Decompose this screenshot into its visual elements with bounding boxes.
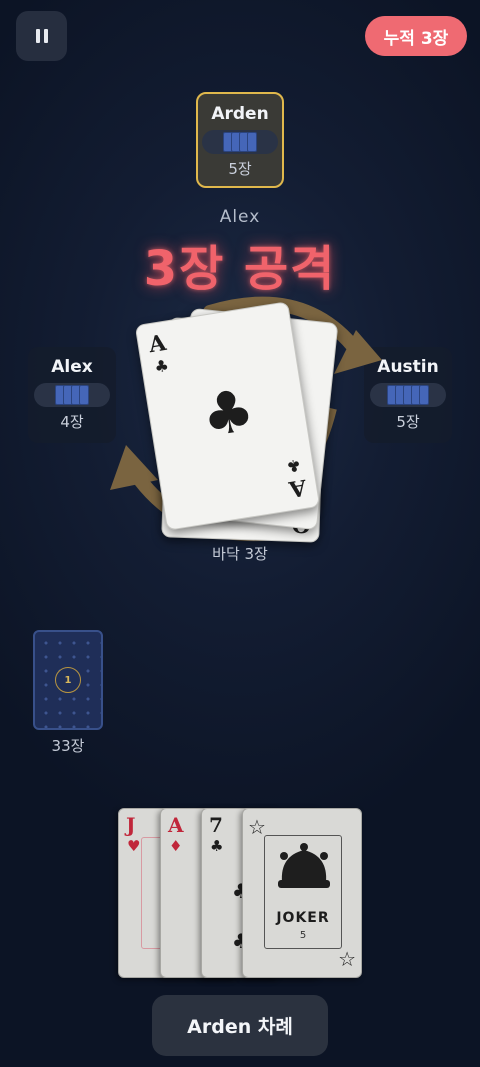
stack-count-badge: 누적 3장 <box>365 16 467 56</box>
attack-title: 3장 공격 <box>143 241 337 297</box>
player-card-count: 4장 <box>60 413 84 431</box>
hand-indicator <box>202 130 278 154</box>
player-arden: Arden 5장 <box>196 92 284 188</box>
joker-frame: JOKER 5 <box>264 835 342 949</box>
joker-card[interactable]: ☆ JOKER 5 ☆ <box>242 808 362 978</box>
jester-hat-icon <box>278 843 330 888</box>
turn-button[interactable]: Arden 차례 <box>152 995 328 1056</box>
pile-count: 바닥 3장 <box>212 545 268 563</box>
hand-indicator <box>34 383 110 407</box>
player-card-count: 5장 <box>396 413 420 431</box>
deck-coin-icon: 1 <box>55 667 81 693</box>
card-back-icon <box>223 132 257 152</box>
joker-label: JOKER <box>276 910 330 926</box>
draw-deck[interactable]: 1 <box>33 630 103 730</box>
pile-card-top: A ♣ ♣ A ♣ <box>134 301 321 531</box>
player-name: Alex <box>51 357 93 377</box>
player-card-count: 5장 <box>228 160 252 178</box>
club-suit-icon: ♣ <box>197 375 260 451</box>
attacker-name: Alex <box>219 207 261 227</box>
deck-count: 33장 <box>51 737 85 755</box>
star-icon: ☆ <box>338 947 356 971</box>
star-icon: ☆ <box>248 815 266 839</box>
joker-sub: 5 <box>299 930 307 941</box>
pause-button[interactable] <box>16 11 67 61</box>
card-back-icon <box>55 385 89 405</box>
player-name: Arden <box>211 104 269 124</box>
card-back-icon <box>387 385 429 405</box>
pause-icon <box>35 29 40 43</box>
